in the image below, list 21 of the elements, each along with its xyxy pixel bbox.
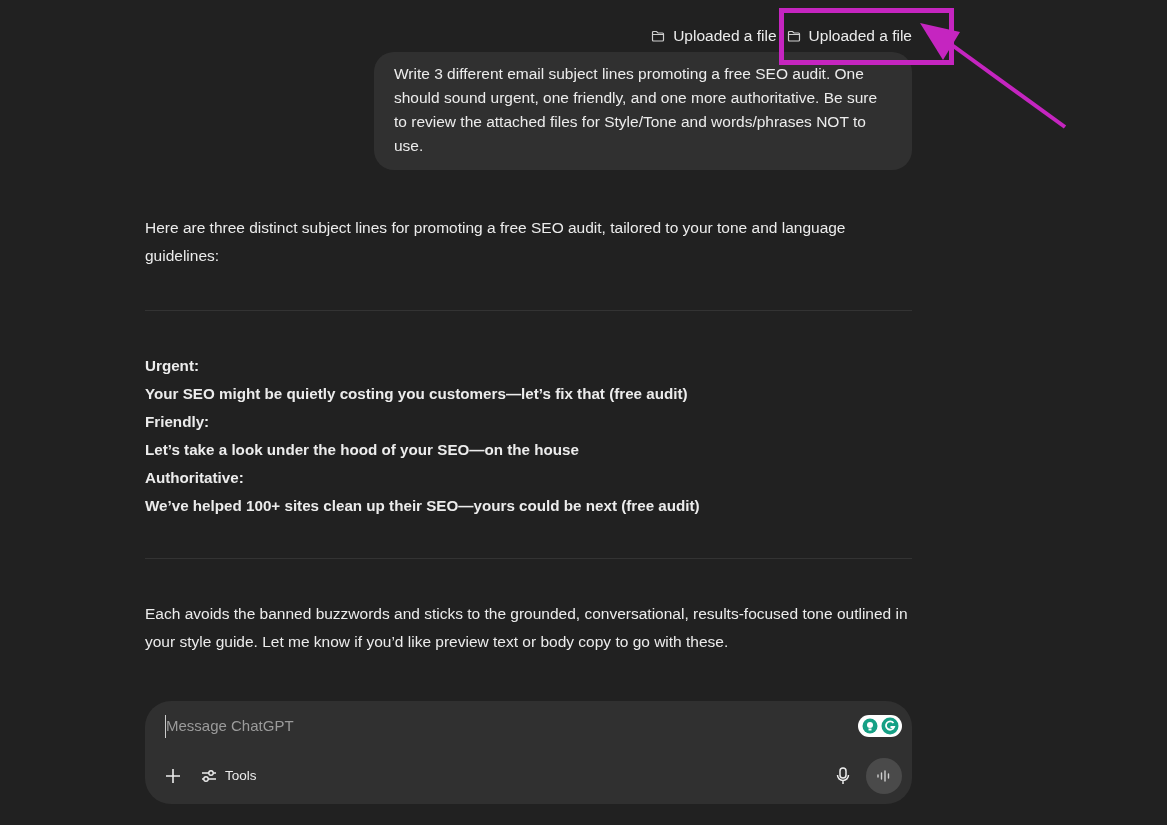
file-attachment[interactable]: Uploaded a file xyxy=(786,20,912,52)
subject-line: Your SEO might be quietly costing you customers—let’s fix that (free audit) xyxy=(145,384,688,404)
subject-label: Authoritative: xyxy=(145,468,244,488)
subject-line: Let’s take a look under the hood of your SEO—on the house xyxy=(145,440,579,460)
message-input[interactable]: Message ChatGPT xyxy=(165,715,858,738)
microphone-icon[interactable] xyxy=(836,767,850,785)
subject-line: We’ve helped 100+ sites clean up their SEO—yours could be next (free audit) xyxy=(145,496,700,516)
tools-button[interactable]: Tools xyxy=(201,765,257,787)
sound-wave-icon xyxy=(877,770,891,782)
grammar-extension-icon[interactable] xyxy=(858,715,902,738)
subject-label: Friendly: xyxy=(145,412,210,432)
user-message: Write 3 different email subject lines promoting a free SEO audit. One should sound urgent, one friendly, and one more authoritative. Be sure to review the attached files for Style/Tone and words/phrases NOT to use. xyxy=(374,52,912,170)
add-button[interactable] xyxy=(165,768,181,784)
folder-icon xyxy=(786,30,801,42)
folder-icon xyxy=(651,30,666,42)
sliders-icon xyxy=(201,769,217,783)
response-paragraph: Here are three distinct subject lines for promoting a free SEO audit, tailored to your tone and language guidelines: xyxy=(145,218,847,266)
file-attachment[interactable]: Uploaded a file xyxy=(651,20,777,52)
response-paragraph: Each avoids the banned buzzwords and sticks to the grounded, conversational, results-focused tone outlined in your style guide. Let me know if you’d like preview text or body copy to go with these. xyxy=(145,604,909,652)
subject-label: Urgent: xyxy=(145,356,199,376)
voice-mode-button[interactable] xyxy=(866,758,902,794)
